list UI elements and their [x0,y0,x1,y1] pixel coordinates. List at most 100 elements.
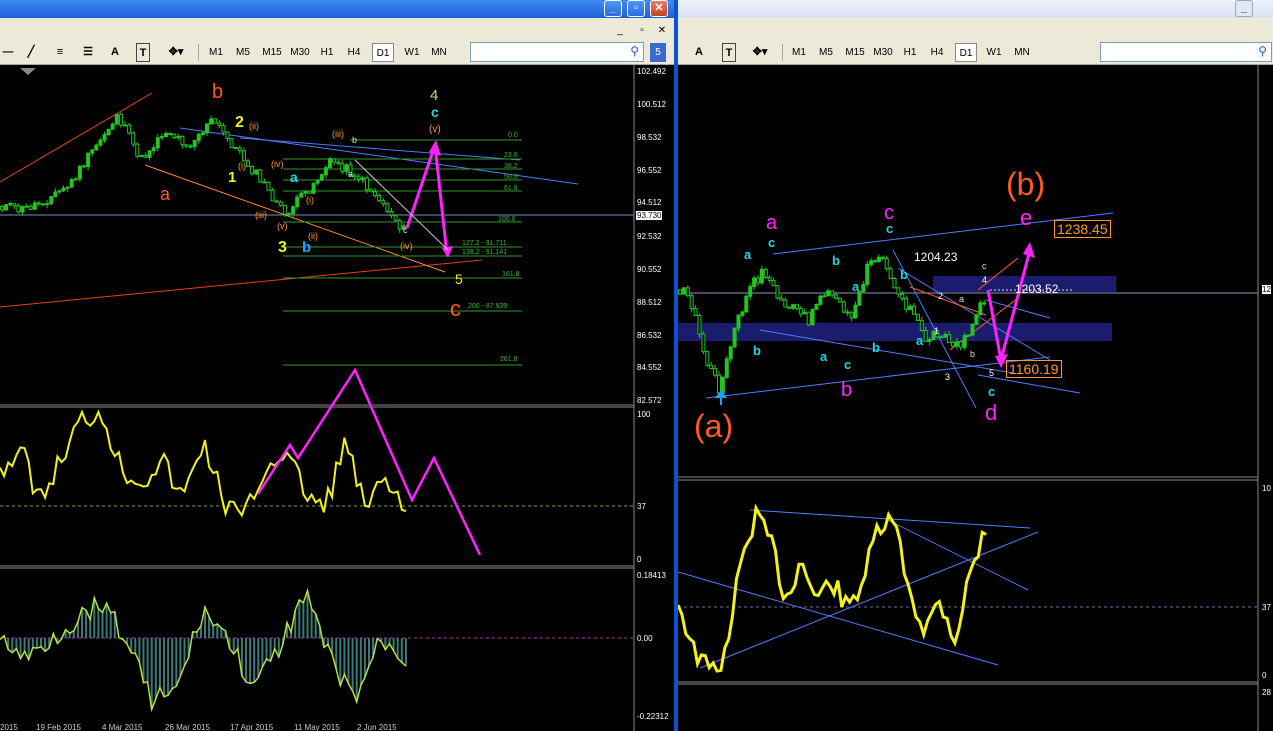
wave-label-cyan: a [916,333,924,348]
candle-body [278,201,283,206]
candle-body [697,314,702,335]
wave-label-5: 5 [455,271,463,287]
wave-label-4: 4 [430,87,439,104]
candle-body [159,136,164,139]
candle-body [876,256,881,262]
candle-body [720,376,725,394]
candle-body [759,268,764,284]
candle-body [217,122,222,126]
candle-body [356,176,361,180]
subwave-label: a [959,294,965,304]
subwave-label: 3 [945,372,951,382]
candle-body [299,192,304,198]
candle-body [717,374,721,394]
candle-body [73,178,78,181]
candle-body [951,342,955,347]
candle-body [763,268,768,278]
wave-label-ii-small: (ii) [249,121,259,131]
left-chart-window[interactable]: _ ▫ ✕ _ ▫ ✕ — ╱ ≡ ☰ A T ✥▾ M1 M5 M15 M30… [0,0,675,731]
candle-body [336,161,341,164]
candle-body [118,113,123,126]
right-chart-window[interactable]: _ A T ✥▾ M1 M5 M15 M30 H1 H4 D1 W1 MN ⚲ [678,0,1273,731]
candle-body [958,341,963,348]
price-label: 82.572 [637,396,662,405]
price-label: 84.552 [637,363,662,372]
candle-body [225,131,230,140]
candle-body [176,135,181,138]
candle-body [373,191,378,197]
candle-body [274,200,279,203]
candle-body [45,203,50,206]
rsi-axis-label: 10 [1262,484,1271,493]
price-tag: 12 [1262,285,1271,294]
candle-body [364,177,369,191]
candle-body [221,124,226,133]
candle-body [787,306,792,309]
candle-body [900,293,905,299]
date-label: 11 May 2015 [294,723,340,731]
rsi-axis-label: 100 [637,410,651,419]
candle-body [861,283,866,293]
candle-body [4,204,9,211]
wave-label-magenta-c: c [884,202,894,224]
candle-body [65,186,70,189]
candle-body [168,132,173,135]
candle-body [184,144,189,147]
candle-body [966,334,971,337]
price-label: 94.512 [637,198,662,207]
candle-body [32,202,37,210]
candle-body [110,123,115,130]
candle-body [295,196,300,208]
wave-label-b: b [212,81,224,103]
candle-body [90,149,95,154]
candle-body [98,139,103,146]
candle-body [748,286,753,297]
candle-body [896,287,901,295]
wave-label-iv2-small: (iv) [400,241,413,251]
candle-body [732,327,737,348]
fib-label: 50.0 [504,174,518,181]
candle-body [155,137,160,149]
candle-body [752,277,757,288]
candle-body [904,297,909,310]
wave-label-iii-small: (iii) [255,210,267,220]
wave-label-magenta-b: b [841,379,853,401]
wave-label-big-a: (a) [694,408,734,444]
candle-body [939,336,944,339]
wave-label-cyan-c: c [431,104,439,120]
candle-body [385,203,390,212]
candle-body [266,181,271,191]
candle-body [94,144,99,151]
candle-body [740,311,745,316]
candle-body [919,319,924,332]
price-label: 92.532 [637,232,662,241]
candle-body [270,189,275,202]
candle-body [888,268,893,280]
candle-body [8,203,13,206]
candle-body [678,289,682,295]
wave-label-3: 3 [278,239,287,256]
wave-label-cyan: c [988,384,996,399]
subwave-label: 1 [934,326,940,336]
wave-label-iv-small: (iv) [271,159,284,169]
candle-body [681,287,686,295]
candle-body [192,139,197,147]
candle-body [139,155,144,158]
candle-body [287,213,291,216]
price-label: 100.512 [637,100,666,109]
candle-body [369,189,373,193]
price-label: 90.552 [637,265,662,274]
price-label: 102.492 [637,67,666,76]
candle-body [360,177,365,180]
candle-body [880,256,885,260]
left-chart-canvas [0,65,635,731]
low-marker-icon [715,390,727,398]
candle-body [188,145,193,148]
candle-body [798,307,803,315]
candle-body [728,346,733,360]
price-label: 88.512 [637,298,662,307]
date-label: 19 Feb 2015 [36,723,81,731]
target-price-tag: 1160.19 [1006,360,1062,378]
candle-body [756,277,760,284]
candle-body [28,205,33,210]
